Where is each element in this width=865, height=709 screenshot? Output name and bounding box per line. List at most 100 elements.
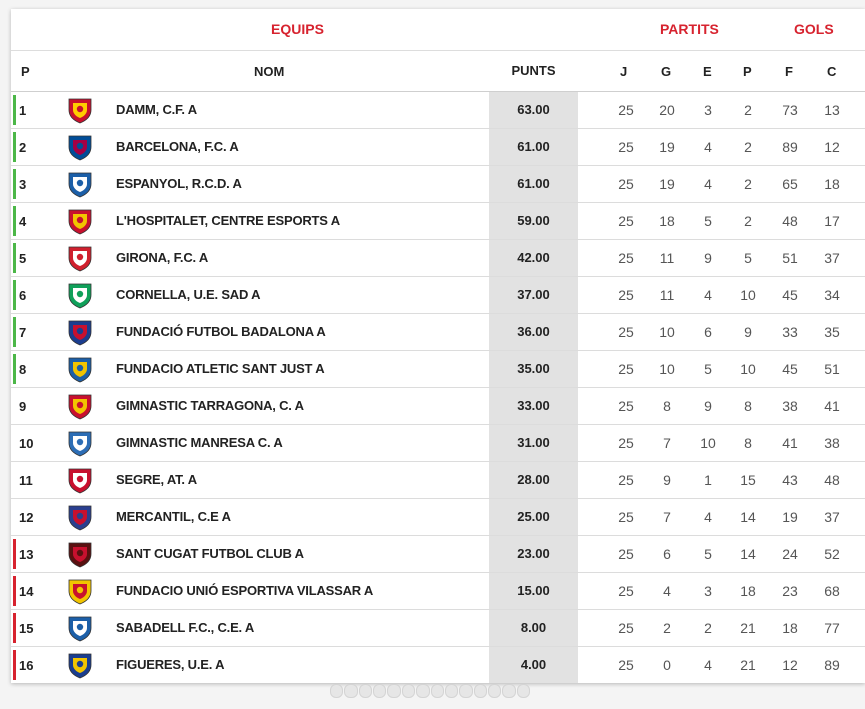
table-row[interactable]: 9 GIMNASTIC TARRAGONA, C. A 33.00 25 8 9 8 38 41	[11, 388, 865, 425]
scroll-dot	[516, 684, 531, 698]
table-row[interactable]: 3 ESPANYOL, R.C.D. A 61.00 25 19 4 2 65 18	[11, 166, 865, 203]
team-name[interactable]: FUNDACIÓ FUTBOL BADALONA A	[116, 324, 326, 339]
row-position: 6	[19, 288, 27, 303]
zone-indicator	[13, 354, 16, 384]
team-name[interactable]: FIGUERES, U.E. A	[116, 657, 224, 672]
team-points: 61.00	[489, 166, 578, 202]
col-header-played[interactable]: J	[620, 64, 627, 79]
stat-drawn: 2	[704, 620, 712, 636]
team-name[interactable]: CORNELLA, U.E. SAD A	[116, 287, 261, 302]
table-row[interactable]: 6 CORNELLA, U.E. SAD A 37.00 25 11 4 10 45 34	[11, 277, 865, 314]
stat-won: 6	[663, 546, 671, 562]
col-header-drawn[interactable]: E	[703, 64, 712, 79]
scroll-dot	[473, 684, 487, 698]
sant-just-crest-icon	[65, 355, 95, 383]
scroll-dot	[330, 684, 344, 698]
col-header-points[interactable]: PUNTS	[489, 51, 578, 91]
team-name[interactable]: GIMNASTIC TARRAGONA, C. A	[116, 398, 304, 413]
girona-crest-icon	[65, 244, 95, 272]
stat-won: 10	[659, 361, 675, 377]
table-row[interactable]: 14 FUNDACIO UNIÓ ESPORTIVA VILASSAR A 15.0…	[11, 573, 865, 610]
team-name[interactable]: BARCELONA, F.C. A	[116, 139, 239, 154]
row-position: 16	[19, 658, 34, 673]
team-name[interactable]: SANT CUGAT FUTBOL CLUB A	[116, 546, 304, 561]
team-name[interactable]: GIRONA, F.C. A	[116, 250, 208, 265]
stat-played: 25	[618, 435, 634, 451]
stat-drawn: 10	[700, 435, 716, 451]
group-header-goals: GOLS	[794, 21, 834, 37]
col-header-lost[interactable]: P	[743, 64, 752, 79]
stat-goals-for: 48	[782, 213, 798, 229]
row-position: 8	[19, 362, 27, 377]
table-row[interactable]: 11 SEGRE, AT. A 28.00 25 9 1 15 43 48	[11, 462, 865, 499]
scroll-dot	[502, 684, 516, 698]
col-header-goals-against[interactable]: C	[827, 64, 836, 79]
scroll-dot	[344, 684, 358, 698]
team-points: 31.00	[489, 425, 578, 461]
table-row[interactable]: 4 L'HOSPITALET, CENTRE ESPORTS A 59.00 25 18…	[11, 203, 865, 240]
stat-goals-against: 37	[824, 509, 840, 525]
stat-won: 19	[659, 139, 675, 155]
stat-goals-against: 68	[824, 583, 840, 599]
stat-drawn: 4	[704, 509, 712, 525]
team-name[interactable]: SEGRE, AT. A	[116, 472, 197, 487]
zone-indicator	[13, 576, 16, 606]
team-points: 59.00	[489, 203, 578, 239]
col-header-goals-for[interactable]: F	[785, 64, 793, 79]
scroll-dot	[459, 684, 473, 698]
stat-lost: 21	[740, 620, 756, 636]
table-row[interactable]: 2 BARCELONA, F.C. A 61.00 25 19 4 2 89 12	[11, 129, 865, 166]
stat-drawn: 9	[704, 398, 712, 414]
stat-lost: 10	[740, 361, 756, 377]
table-row[interactable]: 13 SANT CUGAT FUTBOL CLUB A 23.00 25 6 5 14 24 5…	[11, 536, 865, 573]
row-position: 5	[19, 251, 27, 266]
team-name[interactable]: GIMNASTIC MANRESA C. A	[116, 435, 283, 450]
stat-won: 8	[663, 398, 671, 414]
table-row[interactable]: 12 MERCANTIL, C.E A 25.00 25 7 4 14 19 37	[11, 499, 865, 536]
espanyol-crest-icon	[65, 170, 95, 198]
team-points: 25.00	[489, 499, 578, 535]
stat-lost: 8	[744, 435, 752, 451]
team-name[interactable]: MERCANTIL, C.E A	[116, 509, 231, 524]
table-row[interactable]: 16 FIGUERES, U.E. A 4.00 25 0 4 21 12 89	[11, 647, 865, 683]
stat-drawn: 4	[704, 139, 712, 155]
table-row[interactable]: 15 SABADELL F.C., C.E. A 8.00 25 2 2 21 18 77	[11, 610, 865, 647]
stat-goals-against: 38	[824, 435, 840, 451]
stat-played: 25	[618, 546, 634, 562]
team-points: 8.00	[489, 610, 578, 646]
stat-played: 25	[618, 583, 634, 599]
stat-played: 25	[618, 287, 634, 303]
table-row[interactable]: 8 FUNDACIO ATLETIC SANT JUST A 35.00 25 10 5 1…	[11, 351, 865, 388]
horizontal-scroll-indicator[interactable]	[330, 684, 531, 698]
table-row[interactable]: 1 DAMM, C.F. A 63.00 25 20 3 2 73 13	[11, 92, 865, 129]
stat-goals-against: 89	[824, 657, 840, 673]
row-position: 13	[19, 547, 34, 562]
stat-played: 25	[618, 509, 634, 525]
column-header-row: P NOM PUNTS J G E P F C	[11, 51, 865, 92]
team-name[interactable]: FUNDACIO ATLETIC SANT JUST A	[116, 361, 325, 376]
col-header-name[interactable]: NOM	[254, 64, 284, 79]
team-name[interactable]: L'HOSPITALET, CENTRE ESPORTS A	[116, 213, 340, 228]
team-name[interactable]: FUNDACIO UNIÓ ESPORTIVA VILASSAR A	[116, 583, 373, 598]
group-header-matches: PARTITS	[660, 21, 719, 37]
zone-indicator	[13, 243, 16, 273]
team-name[interactable]: DAMM, C.F. A	[116, 102, 197, 117]
table-row[interactable]: 10 GIMNASTIC MANRESA C. A 31.00 25 7 10 8 41 38	[11, 425, 865, 462]
row-position: 14	[19, 584, 34, 599]
table-row[interactable]: 5 GIRONA, F.C. A 42.00 25 11 9 5 51 37	[11, 240, 865, 277]
stat-played: 25	[618, 620, 634, 636]
table-row[interactable]: 7 FUNDACIÓ FUTBOL BADALONA A 36.00 25 10 6 9 33…	[11, 314, 865, 351]
stat-goals-for: 41	[782, 435, 798, 451]
team-name[interactable]: SABADELL F.C., C.E. A	[116, 620, 254, 635]
stat-lost: 14	[740, 509, 756, 525]
stat-won: 20	[659, 102, 675, 118]
col-header-won[interactable]: G	[661, 64, 671, 79]
col-header-pos[interactable]: P	[21, 64, 30, 79]
stat-drawn: 3	[704, 102, 712, 118]
zone-indicator	[13, 650, 16, 680]
scroll-dot	[430, 684, 444, 698]
row-position: 12	[19, 510, 34, 525]
zone-indicator	[13, 317, 16, 347]
row-position: 4	[19, 214, 27, 229]
team-name[interactable]: ESPANYOL, R.C.D. A	[116, 176, 242, 191]
